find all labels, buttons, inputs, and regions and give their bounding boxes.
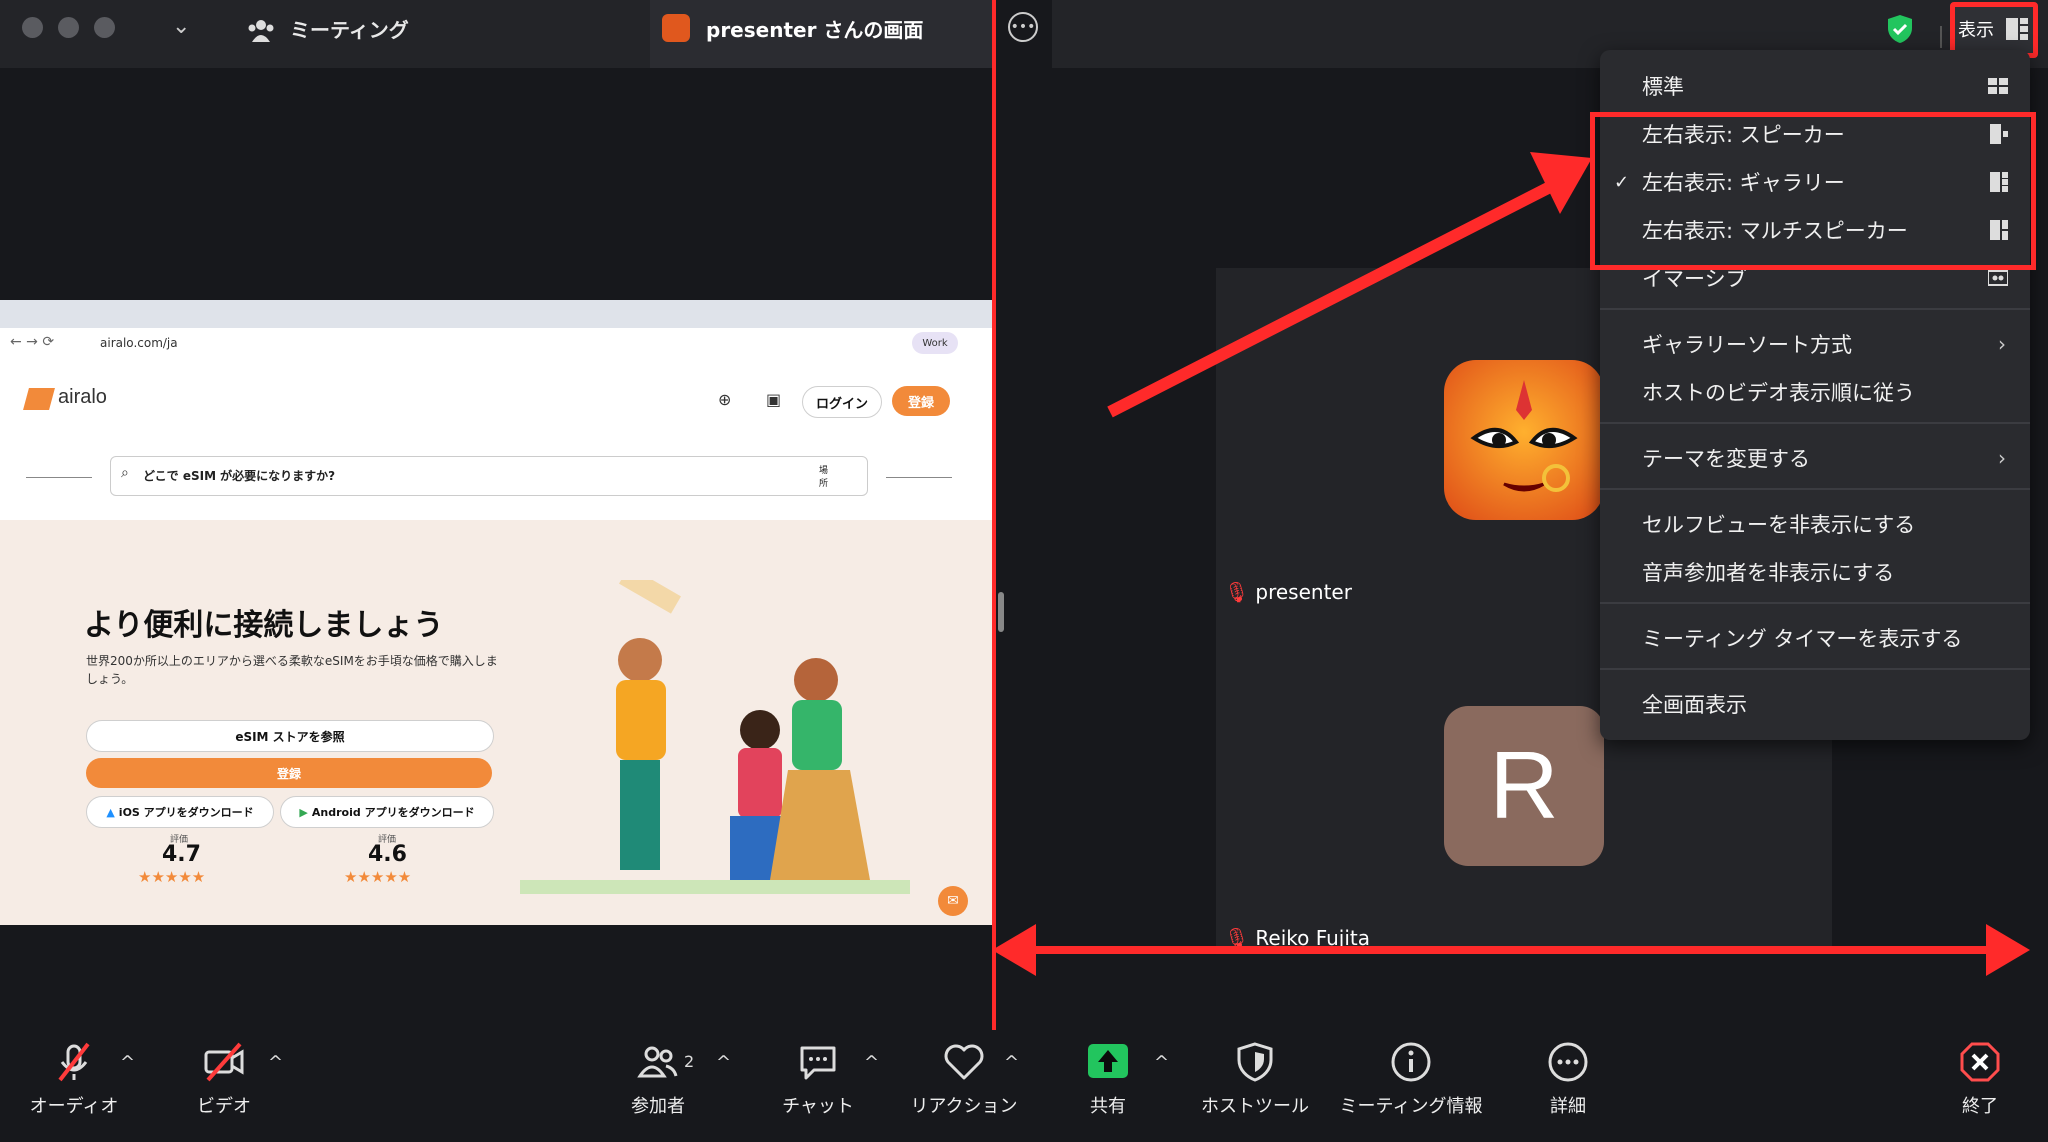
annotation-arrowhead-left	[992, 924, 1036, 976]
meeting-toolbar	[0, 1030, 2048, 1142]
audio-button[interactable]: オーディオ	[24, 1040, 124, 1118]
host-tools-label: ホストツール	[1201, 1096, 1309, 1117]
annotation-arrows	[992, 152, 2030, 976]
end-icon	[1960, 1042, 2000, 1082]
chat-button[interactable]: チャット	[768, 1040, 868, 1118]
annotation-arrowhead-right	[1986, 924, 2030, 976]
video-off-icon	[204, 1042, 244, 1082]
annotation-arrowhead	[1530, 152, 1592, 214]
chat-options-caret[interactable]: ^	[864, 1052, 879, 1073]
participants-count: 2	[684, 1052, 695, 1071]
muted-mic-icon	[58, 1042, 90, 1082]
participants-options-caret[interactable]: ^	[716, 1052, 731, 1073]
audio-label: オーディオ	[29, 1096, 119, 1117]
video-options-caret[interactable]: ^	[268, 1052, 283, 1073]
share-screen-icon	[1088, 1044, 1128, 1078]
video-button[interactable]: ビデオ	[174, 1040, 274, 1118]
participants-icon	[637, 1046, 678, 1078]
reactions-label: リアクション	[910, 1096, 1018, 1117]
more-icon	[1548, 1042, 1588, 1082]
audio-options-caret[interactable]: ^	[120, 1052, 135, 1073]
chat-icon	[800, 1046, 836, 1080]
annotation-arrow-diagonal	[1107, 182, 1551, 418]
more-label: 詳細	[1550, 1096, 1586, 1117]
share-label: 共有	[1090, 1096, 1126, 1117]
reactions-options-caret[interactable]: ^	[1004, 1052, 1019, 1073]
heart-icon	[944, 1044, 984, 1080]
more-button[interactable]: 詳細	[1518, 1040, 1618, 1118]
meeting-info-label: ミーティング情報	[1339, 1096, 1483, 1117]
video-label: ビデオ	[197, 1096, 251, 1117]
shield-icon	[1237, 1042, 1273, 1082]
share-options-caret[interactable]: ^	[1154, 1052, 1169, 1073]
participants-label: 参加者	[631, 1096, 685, 1117]
chat-label: チャット	[782, 1096, 854, 1117]
meeting-info-button[interactable]: ミーティング情報	[1336, 1040, 1486, 1118]
info-icon	[1391, 1042, 1431, 1082]
share-button[interactable]: 共有	[1058, 1040, 1158, 1118]
end-meeting-button[interactable]: 終了	[1930, 1040, 2030, 1118]
host-tools-button[interactable]: ホストツール	[1190, 1040, 1320, 1118]
end-label: 終了	[1962, 1096, 1998, 1117]
